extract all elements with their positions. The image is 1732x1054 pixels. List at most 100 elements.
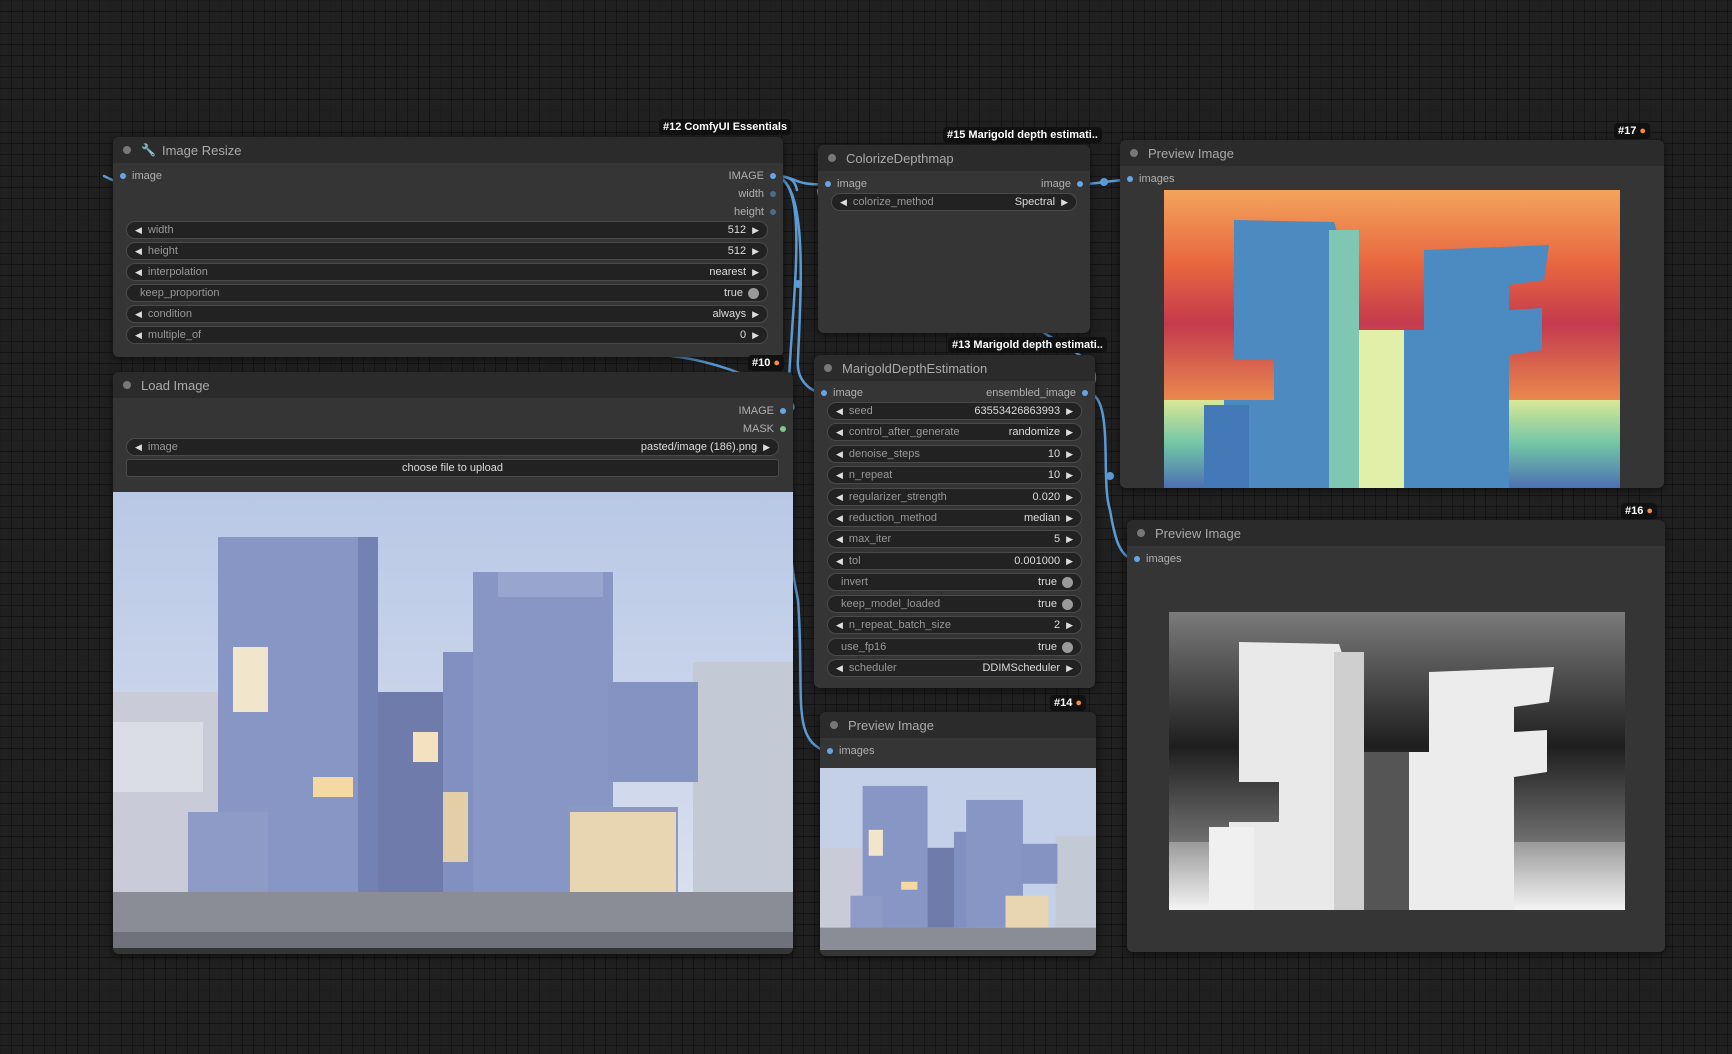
wrench-icon: 🔧 [141, 143, 156, 157]
widget-n-repeat-batch-size[interactable]: ◀ n_repeat_batch_size 2 ▶ [827, 616, 1082, 634]
widget-control-after-generate[interactable]: ◀ control_after_generate randomize ▶ [827, 423, 1082, 441]
increment-arrow-icon[interactable]: ▶ [1066, 620, 1073, 631]
increment-arrow-icon[interactable]: ▶ [752, 309, 759, 320]
widget-max-iter[interactable]: ◀ max_iter 5 ▶ [827, 530, 1082, 548]
input-slot-image[interactable]: image [821, 385, 863, 401]
decrement-arrow-icon[interactable]: ◀ [836, 556, 843, 567]
widget-use-fp16[interactable]: use_fp16 true [827, 638, 1082, 656]
widget-denoise-steps[interactable]: ◀ denoise_steps 10 ▶ [827, 445, 1082, 463]
decrement-arrow-icon[interactable]: ◀ [135, 330, 142, 341]
widget-invert[interactable]: invert true [827, 573, 1082, 591]
decrement-arrow-icon[interactable]: ◀ [836, 534, 843, 545]
decrement-arrow-icon[interactable]: ◀ [840, 197, 847, 208]
node-badge-15: #15 Marigold depth estimati.. [943, 127, 1102, 143]
output-slot-width[interactable]: width [738, 186, 776, 202]
collapse-dot-icon[interactable] [123, 381, 131, 389]
node-header[interactable]: Preview Image [1120, 140, 1664, 166]
increment-arrow-icon[interactable]: ▶ [752, 225, 759, 236]
output-slot-mask[interactable]: MASK [743, 421, 786, 437]
output-slot-height[interactable]: height [734, 204, 776, 220]
upload-button[interactable]: choose file to upload [126, 459, 779, 477]
decrement-arrow-icon[interactable]: ◀ [836, 427, 843, 438]
node-title: Preview Image [1155, 525, 1241, 541]
decrement-arrow-icon[interactable]: ◀ [836, 620, 843, 631]
widget-tol[interactable]: ◀ tol 0.001000 ▶ [827, 552, 1082, 570]
increment-arrow-icon[interactable]: ▶ [1066, 534, 1073, 545]
increment-arrow-icon[interactable]: ▶ [1066, 470, 1073, 481]
widget-width[interactable]: ◀ width 512 ▶ [126, 221, 768, 239]
fox-icon: ● [773, 357, 781, 369]
widget-height[interactable]: ◀ height 512 ▶ [126, 242, 768, 260]
preview-image-node-16[interactable]: Preview Image images [1127, 520, 1665, 952]
widget-condition[interactable]: ◀ condition always ▶ [126, 305, 768, 323]
decrement-arrow-icon[interactable]: ◀ [135, 225, 142, 236]
increment-arrow-icon[interactable]: ▶ [1066, 406, 1073, 417]
input-slot-image[interactable]: image [825, 176, 867, 192]
load-image-node[interactable]: Load Image IMAGE MASK ◀ image pasted/image… [113, 372, 793, 954]
output-slot-image[interactable]: IMAGE [739, 403, 786, 419]
input-slot-image[interactable]: image [120, 168, 162, 184]
widget-keep-proportion[interactable]: keep_proportion true [126, 284, 768, 302]
node-header[interactable]: Preview Image [820, 712, 1096, 738]
increment-arrow-icon[interactable]: ▶ [1066, 449, 1073, 460]
decrement-arrow-icon[interactable]: ◀ [836, 449, 843, 460]
collapse-dot-icon[interactable] [824, 364, 832, 372]
toggle-knob-icon[interactable] [1062, 598, 1073, 610]
toggle-knob-icon[interactable] [748, 287, 759, 299]
increment-arrow-icon[interactable]: ▶ [752, 267, 759, 278]
decrement-arrow-icon[interactable]: ◀ [836, 513, 843, 524]
widget-colorize-method[interactable]: ◀ colorize_method Spectral ▶ [831, 193, 1077, 211]
preview-image-node-17[interactable]: Preview Image images [1120, 140, 1664, 488]
source-image-preview [113, 492, 793, 948]
decrement-arrow-icon[interactable]: ◀ [135, 309, 142, 320]
node-header[interactable]: 🔧 Image Resize [113, 137, 783, 163]
increment-arrow-icon[interactable]: ▶ [1066, 492, 1073, 503]
output-slot-image[interactable]: image [1041, 176, 1083, 192]
marigold-depth-estimation-node[interactable]: MarigoldDepthEstimation image ensembled_… [814, 355, 1095, 688]
collapse-dot-icon[interactable] [828, 154, 836, 162]
increment-arrow-icon[interactable]: ▶ [1066, 663, 1073, 674]
node-header[interactable]: MarigoldDepthEstimation [814, 355, 1095, 381]
decrement-arrow-icon[interactable]: ◀ [836, 406, 843, 417]
increment-arrow-icon[interactable]: ▶ [763, 442, 770, 453]
widget-seed[interactable]: ◀ seed 63553426863993 ▶ [827, 402, 1082, 420]
decrement-arrow-icon[interactable]: ◀ [836, 492, 843, 503]
widget-image-select[interactable]: ◀ image pasted/image (186).png ▶ [126, 438, 779, 456]
collapse-dot-icon[interactable] [1137, 529, 1145, 537]
increment-arrow-icon[interactable]: ▶ [752, 246, 759, 257]
input-slot-images[interactable]: images [1134, 551, 1181, 567]
widget-n-repeat[interactable]: ◀ n_repeat 10 ▶ [827, 466, 1082, 484]
increment-arrow-icon[interactable]: ▶ [1066, 427, 1073, 438]
widget-scheduler[interactable]: ◀ scheduler DDIMScheduler ▶ [827, 659, 1082, 677]
widget-reduction-method[interactable]: ◀ reduction_method median ▶ [827, 509, 1082, 527]
toggle-knob-icon[interactable] [1062, 576, 1073, 588]
decrement-arrow-icon[interactable]: ◀ [135, 246, 142, 257]
widget-interpolation[interactable]: ◀ interpolation nearest ▶ [126, 263, 768, 281]
input-slot-images[interactable]: images [1127, 171, 1174, 187]
colorize-depthmap-node[interactable]: ColorizeDepthmap image image ◀ colorize_m… [818, 145, 1090, 333]
preview-image-node-14[interactable]: Preview Image images [820, 712, 1096, 956]
output-slot-ensembled-image[interactable]: ensembled_image [986, 385, 1088, 401]
node-header[interactable]: Preview Image [1127, 520, 1665, 546]
fox-icon: ● [1639, 125, 1647, 137]
node-header[interactable]: Load Image [113, 372, 793, 398]
node-header[interactable]: ColorizeDepthmap [818, 145, 1090, 171]
collapse-dot-icon[interactable] [830, 721, 838, 729]
decrement-arrow-icon[interactable]: ◀ [135, 267, 142, 278]
increment-arrow-icon[interactable]: ▶ [1061, 197, 1068, 208]
widget-regularizer-strength[interactable]: ◀ regularizer_strength 0.020 ▶ [827, 488, 1082, 506]
widget-multiple-of[interactable]: ◀ multiple_of 0 ▶ [126, 326, 768, 344]
toggle-knob-icon[interactable] [1062, 641, 1073, 653]
widget-keep-model-loaded[interactable]: keep_model_loaded true [827, 595, 1082, 613]
increment-arrow-icon[interactable]: ▶ [1066, 556, 1073, 567]
increment-arrow-icon[interactable]: ▶ [1066, 513, 1073, 524]
decrement-arrow-icon[interactable]: ◀ [135, 442, 142, 453]
increment-arrow-icon[interactable]: ▶ [752, 330, 759, 341]
collapse-dot-icon[interactable] [1130, 149, 1138, 157]
image-resize-node[interactable]: 🔧 Image Resize image IMAGE width height … [113, 137, 783, 357]
decrement-arrow-icon[interactable]: ◀ [836, 470, 843, 481]
decrement-arrow-icon[interactable]: ◀ [836, 663, 843, 674]
output-slot-image[interactable]: IMAGE [729, 168, 776, 184]
collapse-dot-icon[interactable] [123, 146, 131, 154]
input-slot-images[interactable]: images [827, 743, 874, 759]
